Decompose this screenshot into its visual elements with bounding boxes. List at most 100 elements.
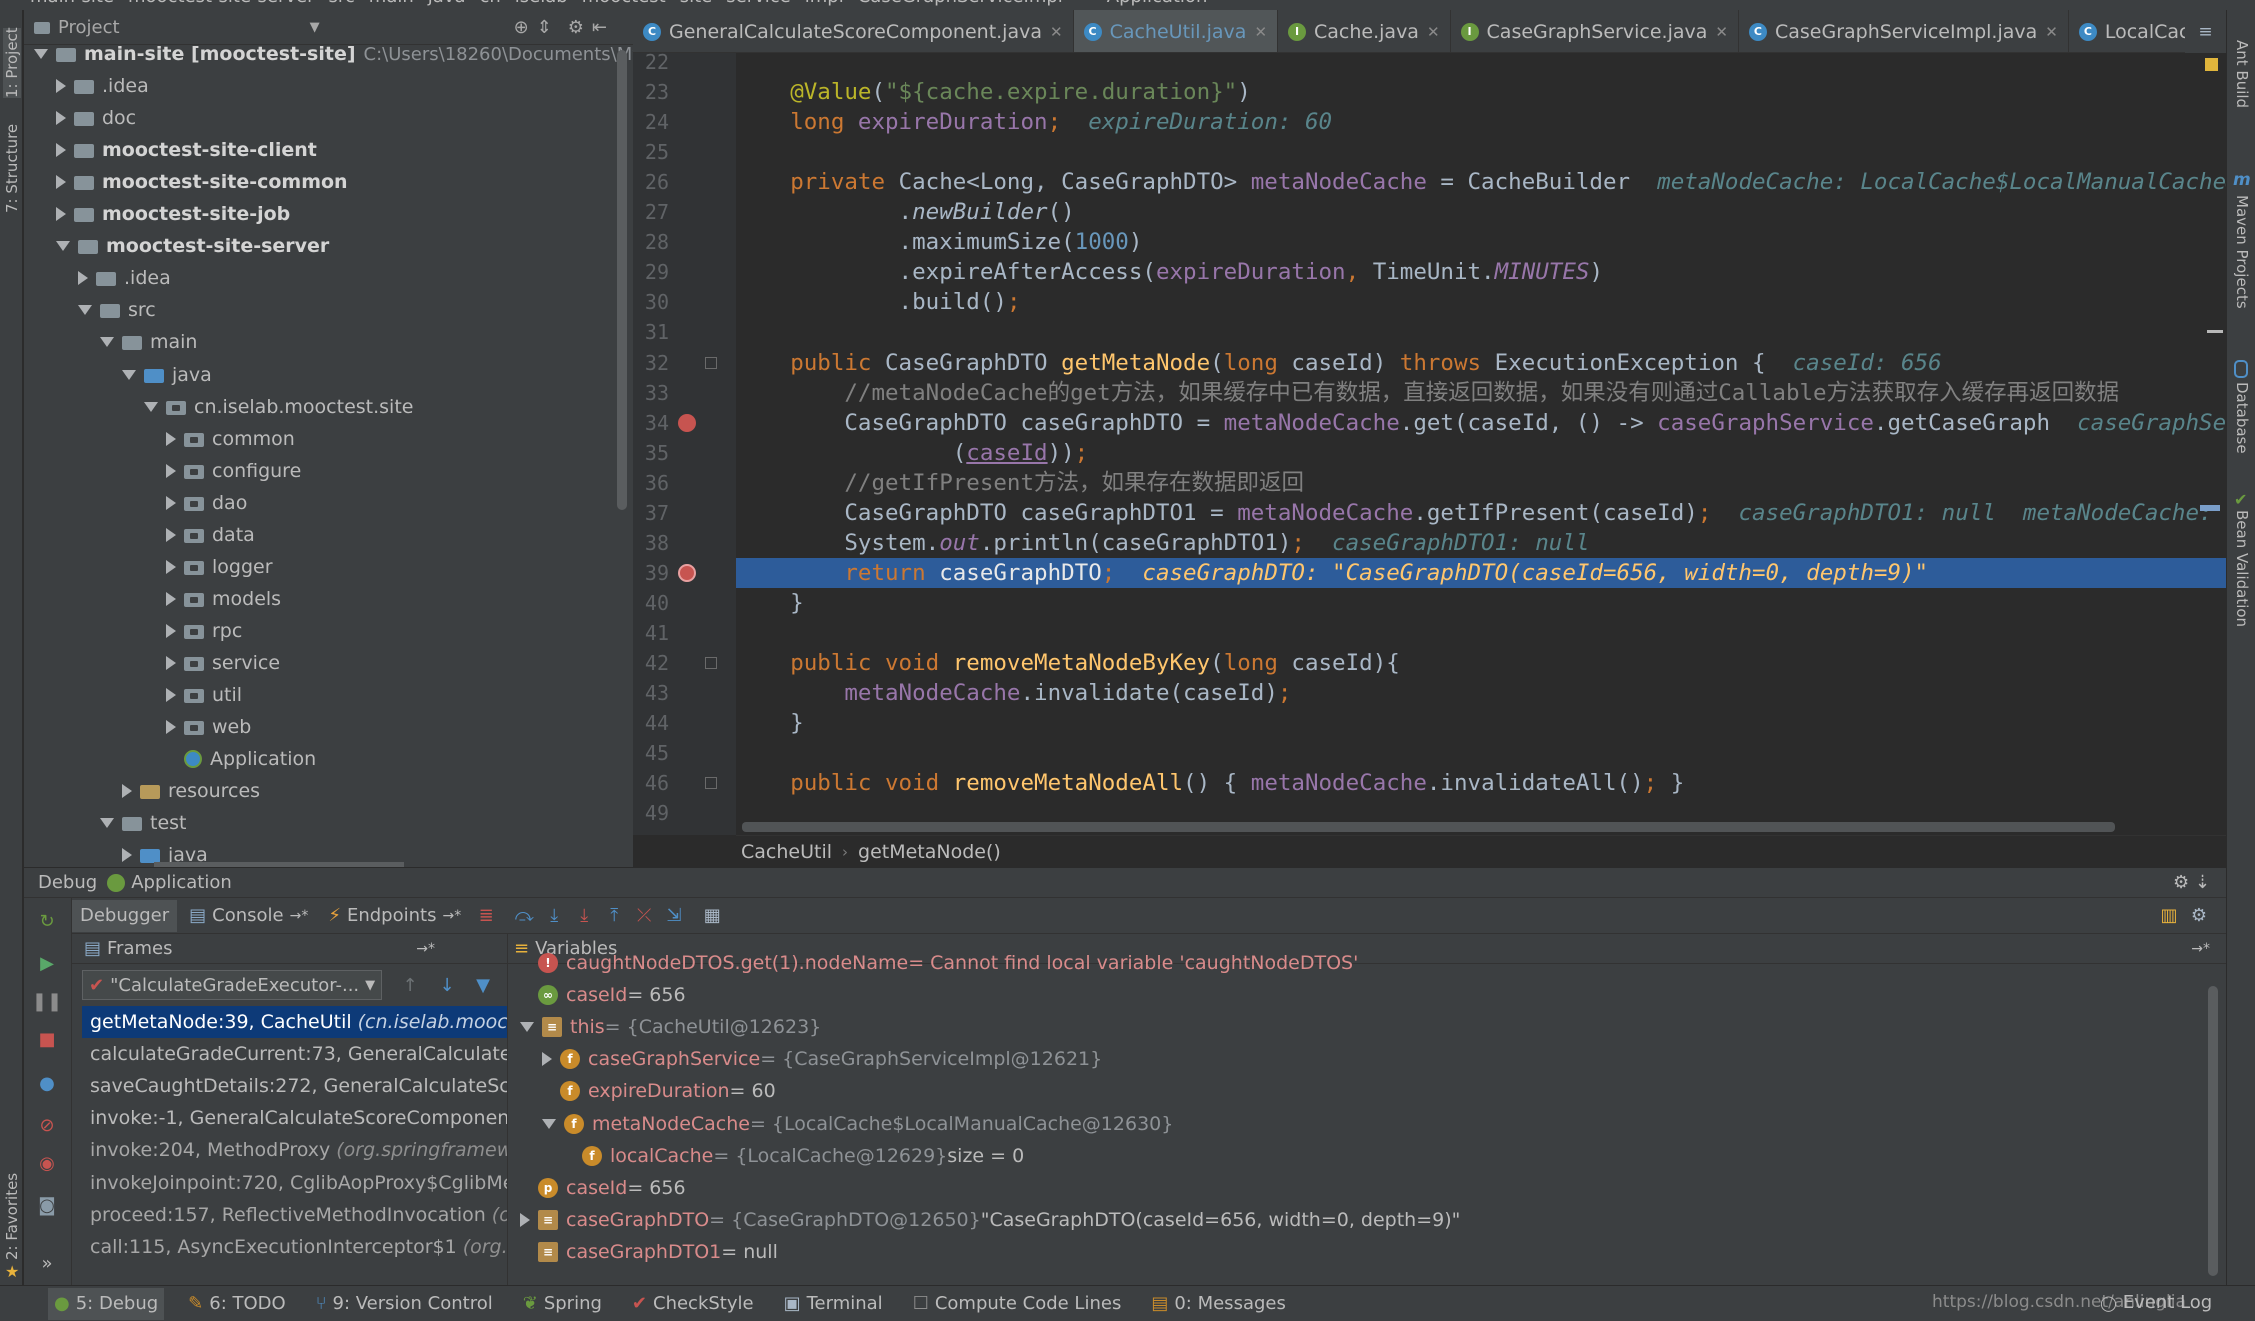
tree-item[interactable]: dao [166, 487, 247, 519]
warning-marker-icon[interactable] [2205, 58, 2218, 71]
tool-window-tab[interactable]: ● 5: Debug [48, 1287, 165, 1320]
tool-window-tab[interactable]: ⑂ 9: Version Control [310, 1288, 499, 1320]
variable-row[interactable]: p caseId = 656 [520, 1172, 686, 1204]
run-config[interactable]: Application [1107, 0, 1208, 7]
tree-item[interactable]: models [166, 583, 281, 615]
nav-crumb[interactable]: src [329, 0, 355, 7]
collapse-arrow-icon[interactable] [166, 463, 176, 478]
expand-arrow-icon[interactable] [100, 818, 114, 829]
collapse-arrow-icon[interactable] [166, 591, 176, 606]
tool-window-tab[interactable]: ▣ Terminal [778, 1288, 889, 1320]
nav-crumb[interactable]: site [680, 0, 713, 7]
frame-item[interactable]: invoke:-1, GeneralCalculateScoreComponen… [82, 1102, 507, 1134]
pause-icon[interactable]: ❚❚ [32, 988, 62, 1014]
fold-icon[interactable] [705, 777, 717, 790]
tree-item[interactable]: doc [56, 102, 136, 134]
tree-item[interactable]: common [166, 423, 295, 455]
step-over-icon[interactable]: ⤼ [511, 903, 537, 929]
expand-arrow-icon[interactable] [144, 401, 158, 412]
nav-crumb[interactable]: cn [479, 0, 500, 7]
hide-icon[interactable]: ⇤ [592, 17, 607, 38]
editor-tab[interactable]: C CacheUtil.java ✕ [1073, 10, 1279, 52]
tool-tab-structure[interactable]: 7: Structure [3, 118, 21, 213]
fold-icon[interactable] [705, 356, 717, 369]
rerun-icon[interactable]: ↻ [34, 908, 60, 934]
editor-h-scrollbar[interactable] [742, 822, 2115, 832]
settings-icon[interactable]: ⚙ [2186, 903, 2212, 929]
collapse-arrow-icon[interactable] [166, 559, 176, 574]
nav-crumb[interactable]: service [726, 0, 790, 7]
tree-item[interactable]: service [166, 647, 280, 679]
tree-item[interactable]: logger [166, 551, 273, 583]
frame-item[interactable]: call:115, AsyncExecutionInterceptor$1 (or… [82, 1231, 507, 1263]
event-log-button[interactable]: ◯ Event Log [2100, 1292, 2212, 1313]
close-icon[interactable]: ✕ [1050, 23, 1063, 41]
breakpoint-check-icon[interactable] [678, 563, 696, 582]
nav-crumb[interactable]: java [428, 0, 466, 7]
nav-crumb[interactable]: CaseGraphServiceImpl [858, 0, 1063, 7]
editor-tab[interactable]: C GeneralCalculateScoreComponent.java ✕ [633, 10, 1074, 52]
collapse-arrow-icon[interactable] [56, 143, 66, 158]
tree-item[interactable]: mooctest-site-client [56, 134, 317, 166]
step-out-icon[interactable]: ⤒ [601, 903, 627, 929]
tree-item[interactable]: src [78, 294, 156, 326]
tree-item[interactable]: java [122, 359, 212, 391]
debug-config-name[interactable]: Application [131, 872, 232, 893]
tab-debugger[interactable]: Debugger [72, 899, 178, 932]
evaluate-expression-icon[interactable]: ▦ [699, 903, 725, 929]
expand-arrow-icon[interactable] [100, 337, 114, 348]
tree-item[interactable]: rpc [166, 615, 242, 647]
tool-tab-bean-validation[interactable]: Bean Validation [2233, 510, 2251, 650]
close-icon[interactable]: ✕ [1715, 23, 1728, 41]
frame-item[interactable]: getMetaNode:39, CacheUtil (cn.iselab.mooc… [82, 1006, 507, 1038]
target-icon[interactable]: ⊕ [514, 17, 529, 38]
collapse-arrow-icon[interactable] [56, 207, 66, 222]
show-execution-point-icon[interactable]: ≣ [473, 903, 499, 929]
collapse-arrow-icon[interactable] [166, 688, 176, 702]
editor-tab[interactable]: C CaseGraphServiceImpl.java ✕ [1739, 10, 2069, 52]
camera-icon[interactable]: ◙ [34, 1192, 60, 1218]
close-icon[interactable]: ✕ [2045, 23, 2058, 41]
tree-item[interactable]: util [166, 679, 242, 711]
resume-icon[interactable]: ▶ [34, 950, 60, 976]
mute-icon[interactable]: ◉ [34, 1150, 60, 1176]
frame-item[interactable]: invoke:204, MethodProxy(org.springframew… [82, 1134, 507, 1166]
tab-console[interactable]: ▤ Console →* [181, 900, 316, 932]
more-icon[interactable]: » [34, 1250, 60, 1276]
gear-icon[interactable]: ⚙ ⇣ [2173, 872, 2210, 893]
collapse-arrow-icon[interactable] [122, 848, 132, 863]
tree-item[interactable]: mooctest-site-server [56, 230, 329, 262]
pin-icon[interactable]: →* [416, 941, 435, 957]
variable-row[interactable]: f caseGraphService = {CaseGraphServiceImp… [542, 1043, 1102, 1075]
editor-tab[interactable]: I CaseGraphService.java ✕ [1451, 10, 1739, 52]
collapse-icon[interactable]: ⇕ [537, 17, 552, 38]
collapse-arrow-icon[interactable] [122, 784, 132, 799]
collapse-arrow-icon[interactable] [166, 495, 176, 510]
tree-item[interactable]: Application [166, 743, 316, 775]
tool-window-tab[interactable]: ❦ Spring [517, 1288, 608, 1320]
tree-item[interactable]: test [100, 807, 187, 839]
tree-item[interactable]: resources [122, 775, 260, 807]
variable-row[interactable]: f localCache = {LocalCache@12629} size = … [564, 1140, 1024, 1172]
run-to-cursor-icon[interactable]: ⇲ [661, 903, 687, 929]
nav-crumb[interactable]: iselab [515, 0, 568, 7]
thread-selector[interactable]: ✔ "CalculateGradeExecutor-... ▼ [82, 970, 382, 1000]
variable-row[interactable]: ≡ this = {CacheUtil@12623} [520, 1011, 821, 1043]
close-icon[interactable]: ✕ [1427, 23, 1440, 41]
variable-row[interactable]: ≡ caseGraphDTO1 = null [520, 1236, 778, 1268]
tool-tab-maven-projects[interactable]: Maven Projects [2233, 195, 2251, 325]
variable-row[interactable]: f expireDuration = 60 [542, 1075, 776, 1107]
collapse-arrow-icon[interactable] [56, 79, 66, 94]
variable-row[interactable]: ≡ caseGraphDTO = {CaseGraphDTO@12650} "Ca… [520, 1204, 1460, 1236]
tool-tab-favorites[interactable]: 2: Favorites [3, 1160, 21, 1260]
collapse-arrow-icon[interactable] [520, 1212, 530, 1227]
breakpoint-icon[interactable] [678, 413, 696, 432]
tree-item[interactable]: cn.iselab.mooctest.site [144, 391, 413, 423]
expand-arrow-icon[interactable] [34, 49, 48, 59]
pin-icon[interactable]: →* [2191, 941, 2210, 957]
tree-item[interactable]: main-site [mooctest-site] C:\Users\18260\… [34, 38, 633, 70]
mute-breakpoints-icon[interactable]: ⊘ [34, 1112, 60, 1138]
expand-arrow-icon[interactable] [542, 1118, 556, 1129]
collapse-arrow-icon[interactable] [56, 175, 66, 190]
tree-item[interactable]: .idea [78, 262, 171, 294]
